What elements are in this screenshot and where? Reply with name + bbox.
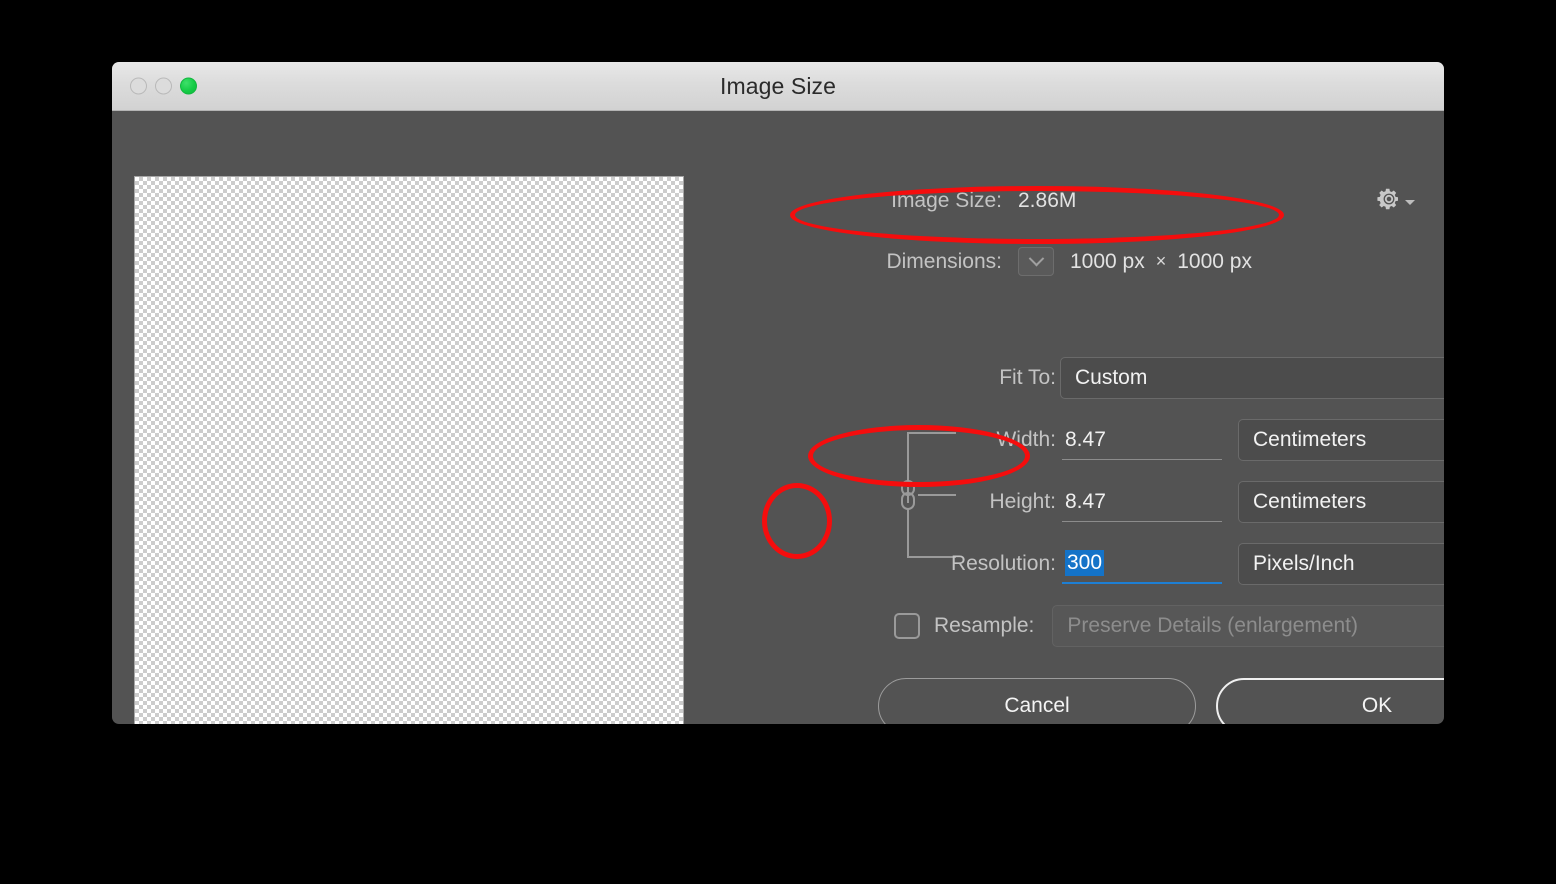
height-unit-select[interactable]: Centimeters [1238, 481, 1444, 523]
resolution-row: Resolution: 300 Pixels/Inch [712, 543, 1444, 585]
dialog-buttons: Cancel OK [878, 678, 1444, 724]
height-value: 8.47 [1065, 489, 1106, 513]
dimensions-label: Dimensions: [886, 249, 1002, 273]
width-input[interactable]: 8.47 [1062, 420, 1222, 460]
screen: Image Size Image Size: 2.86M Dimensions:… [0, 0, 1556, 884]
fit-to-row: Fit To: Custom [712, 357, 1444, 399]
dimensions-separator: × [1155, 251, 1167, 271]
fit-to-value: Custom [1075, 366, 1148, 389]
window-title: Image Size [719, 72, 837, 99]
height-label: Height: [989, 490, 1056, 513]
resolution-input[interactable]: 300 [1062, 544, 1222, 584]
width-unit-select[interactable]: Centimeters [1238, 419, 1444, 461]
dimensions-height-value: 1000 px [1177, 249, 1252, 273]
settings-gear-button[interactable] [1376, 183, 1420, 215]
dialog-body: Image Size: 2.86M Dimensions: 1000 px × … [112, 111, 1444, 724]
resample-label: Resample: [934, 614, 1035, 637]
resolution-value: 300 [1065, 550, 1105, 576]
title-bar[interactable]: Image Size [112, 62, 1444, 111]
dimensions-unit-menu[interactable] [1018, 247, 1054, 276]
resample-row: Resample: Preserve Details (enlargement) [712, 605, 1444, 647]
resolution-unit-value: Pixels/Inch [1253, 552, 1355, 575]
width-unit-value: Centimeters [1253, 428, 1367, 451]
image-size-dialog: Image Size Image Size: 2.86M Dimensions:… [112, 62, 1444, 724]
cancel-button[interactable]: Cancel [878, 678, 1196, 724]
close-button [130, 77, 147, 95]
resample-method-value: Preserve Details (enlargement) [1067, 614, 1359, 637]
resample-checkbox[interactable] [894, 613, 920, 639]
height-unit-value: Centimeters [1253, 490, 1367, 513]
settings-panel: Image Size: 2.86M Dimensions: 1000 px × … [712, 111, 1444, 724]
fit-to-select[interactable]: Custom [1060, 357, 1444, 399]
minimize-button [155, 77, 172, 95]
window-controls [130, 77, 197, 95]
width-row: Width: 8.47 Centimeters [712, 419, 1444, 461]
width-label: Width: [996, 428, 1056, 451]
zoom-button[interactable] [180, 77, 197, 95]
gear-icon [1377, 188, 1398, 210]
image-size-label: Image Size: [891, 189, 1002, 212]
image-size-row: Image Size: 2.86M [712, 189, 1272, 213]
dimensions-width-value: 1000 px [1070, 249, 1145, 273]
dimensions-row: Dimensions: 1000 px × 1000 px [712, 247, 1252, 276]
resample-method-select: Preserve Details (enlargement) [1052, 605, 1444, 647]
caret-down-icon [1405, 200, 1415, 205]
height-row: Height: 8.47 Centimeters [712, 481, 1444, 523]
image-size-value: 2.86M [1018, 189, 1077, 212]
chevron-down-icon [1028, 250, 1044, 267]
ok-button[interactable]: OK [1216, 678, 1444, 724]
image-preview[interactable] [134, 176, 684, 724]
resolution-label: Resolution: [950, 552, 1056, 575]
height-input[interactable]: 8.47 [1062, 482, 1222, 522]
width-value: 8.47 [1065, 427, 1106, 451]
fit-to-label: Fit To: [999, 366, 1056, 389]
resolution-unit-select[interactable]: Pixels/Inch [1238, 543, 1444, 585]
